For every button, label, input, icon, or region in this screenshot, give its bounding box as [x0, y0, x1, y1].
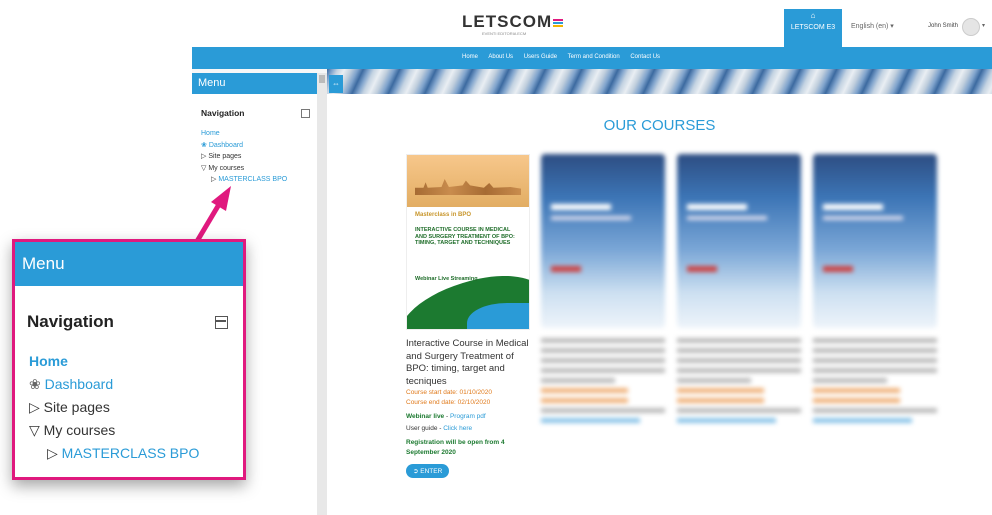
course-poster-image[interactable]: Masterclass in BPO INTERACTIVE COURSE IN… — [406, 154, 530, 330]
zoom-nav-item-masterclass-bpo[interactable]: ▷ MASTERCLASS BPO — [29, 442, 199, 465]
top-header: LETSCOM EVENTI EDITORIA ECM ⌂ LETSCOM E3… — [192, 0, 992, 47]
registration-note: Registration will be open from 4 Septemb… — [406, 439, 505, 456]
nav-item-site-pages[interactable]: ▷ Site pages — [201, 151, 310, 163]
zoom-nav-item-dashboard[interactable]: ❀ Dashboard — [29, 373, 199, 396]
nav-item-masterclass-bpo[interactable]: ▷ MASTERCLASS BPO — [201, 174, 310, 186]
nav-link-home[interactable]: Home — [462, 54, 478, 60]
user-name[interactable]: John Smith — [928, 23, 958, 29]
sidebar-header: Menu — [192, 73, 319, 94]
zoom-nav-item-my-courses[interactable]: ▽ My courses — [29, 419, 199, 442]
navigation-block: Navigation Home ❀ Dashboard ▷ Site pages… — [192, 94, 319, 194]
zoom-navigation-title: Navigation — [27, 312, 114, 331]
logo-bars-icon — [553, 18, 564, 28]
course-card-blurred — [541, 154, 665, 514]
zoom-nav-item-home[interactable]: Home — [29, 350, 199, 373]
user-menu-caret-icon[interactable]: ▾ — [982, 22, 985, 29]
nav-link-contact-us[interactable]: Contact Us — [630, 54, 660, 60]
enter-button[interactable]: ➲ ENTER — [406, 464, 450, 478]
zoomed-navigation-callout: Menu Navigation Home ❀ Dashboard ▷ Site … — [12, 239, 246, 480]
course-card[interactable]: Masterclass in BPO INTERACTIVE COURSE IN… — [406, 154, 530, 478]
language-selector[interactable]: English (en) ▾ — [851, 22, 894, 30]
zoom-menu-header: Menu — [15, 242, 243, 286]
dashboard-icon: ❀ — [201, 141, 209, 149]
dock-block-icon[interactable] — [301, 109, 310, 118]
moodle-site: LETSCOM EVENTI EDITORIA ECM ⌂ LETSCOM E3… — [192, 0, 992, 515]
nav-item-dashboard[interactable]: ❀ Dashboard — [201, 140, 310, 152]
course-title[interactable]: Interactive Course in Medical and Surger… — [406, 338, 530, 388]
nav-item-my-courses[interactable]: ▽ My courses — [201, 163, 310, 175]
brand-button[interactable]: ⌂ LETSCOM E3 — [784, 9, 842, 47]
main-navbar: Home About Us Users Guide Term and Condi… — [192, 47, 992, 69]
program-pdf-link[interactable]: Program pdf — [450, 413, 486, 420]
webinar-label: Webinar live — [406, 413, 445, 420]
sidebar-scrollbar[interactable] — [317, 73, 327, 515]
dashboard-icon: ❀ — [29, 376, 45, 392]
site-logo[interactable]: LETSCOM — [462, 12, 564, 32]
header-banner — [327, 69, 992, 94]
collapse-arrow-icon: ▽ — [29, 422, 44, 438]
nav-item-home[interactable]: Home — [201, 128, 310, 140]
page-title: OUR COURSES — [603, 117, 716, 134]
zoom-nav-item-site-pages[interactable]: ▷ Site pages — [29, 396, 199, 419]
user-guide-label: User guide — [406, 425, 438, 432]
course-start-date: Course start date: 01/10/2020 — [406, 389, 493, 396]
click-here-link[interactable]: Click here — [443, 425, 472, 432]
avatar[interactable] — [962, 18, 980, 36]
home-icon: ⌂ — [810, 11, 816, 20]
nav-link-about-us[interactable]: About Us — [488, 54, 513, 60]
course-card-blurred — [677, 154, 801, 514]
nav-link-terms[interactable]: Term and Condition — [568, 54, 620, 60]
expand-arrow-icon: ▷ — [29, 399, 44, 415]
sidebar-toggle-button[interactable]: ⇔ — [329, 75, 343, 93]
nav-link-users-guide[interactable]: Users Guide — [524, 54, 557, 60]
course-end-date: Course end date: 02/10/2020 — [406, 399, 491, 406]
course-card-blurred — [813, 154, 937, 514]
expand-arrow-icon: ▷ — [47, 445, 62, 461]
navigation-title: Navigation — [201, 108, 310, 118]
logo-subtitle: EVENTI EDITORIA ECM — [482, 31, 527, 36]
dock-block-icon[interactable] — [215, 316, 228, 329]
main-content: OUR COURSES Masterclass in BPO INTERACTI… — [327, 94, 992, 515]
